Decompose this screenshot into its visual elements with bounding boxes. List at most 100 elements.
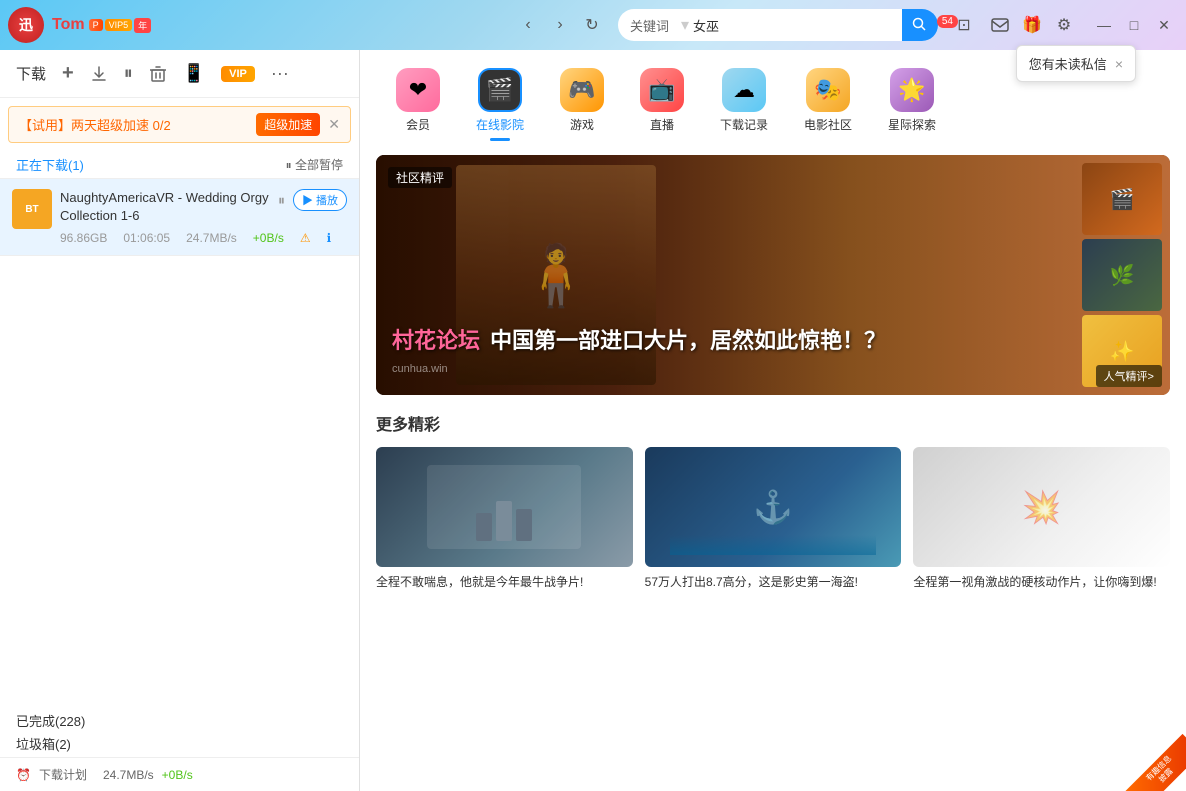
gift-button[interactable]: 🎁: [1018, 11, 1046, 39]
current-upload-speed: +0B/s: [162, 768, 193, 782]
download-content: NaughtyAmericaVR - Wedding Orgy Collecti…: [60, 189, 270, 245]
tab-member[interactable]: ❤ 会员: [380, 62, 456, 139]
card-2-desc: 57万人打出8.7高分，这是影史第一海盗!: [645, 573, 902, 591]
pause-all-button[interactable]: ⏸ 全部暂停: [286, 156, 343, 173]
card-2[interactable]: ⚓ 57万人打出8.7高分，这是影史第一海盗!: [645, 447, 902, 591]
trial-banner-close[interactable]: ✕: [328, 116, 340, 133]
notification-count: 54: [937, 15, 958, 28]
download-meta: 96.86GB 01:06:05 24.7MB/s +0B/s ⚠ ℹ: [60, 231, 270, 245]
nav-bar: ‹ › ↻ 关键词 ▾ 女巫 ⊡ 54 🎁 ⚙: [514, 9, 1178, 41]
tab-explore[interactable]: 🌟 星际探索: [872, 62, 952, 139]
play-button[interactable]: ▶ 播放: [293, 189, 347, 211]
mobile-button[interactable]: 📱: [183, 63, 205, 84]
warning-icon: ⚠: [300, 231, 311, 245]
banner-title: 村花论坛 中国第一部进口大片，居然如此惊艳！？: [392, 323, 970, 355]
tab-cinema[interactable]: 🎬 在线影院: [460, 62, 540, 139]
main-banner[interactable]: 🧍 社区精评 村花论坛 中国第一部进口大片，居然如此惊艳！？ cunhua.wi…: [376, 155, 1170, 395]
download-status-bar: 正在下载(1) ⏸ 全部暂停: [0, 151, 359, 179]
upload-speed: +0B/s: [253, 231, 284, 245]
download-actions: ⏸ ▶ 播放: [278, 189, 347, 211]
corner-sticker: 有趣信息 披露: [1106, 711, 1186, 791]
search-button[interactable]: [902, 9, 938, 41]
inbox-button[interactable]: [986, 11, 1014, 39]
tab-explore-label: 星际探索: [888, 116, 936, 133]
schedule-icon: ⏰: [16, 768, 31, 782]
active-downloads-count: 正在下载(1): [16, 155, 84, 174]
popular-reviews-button[interactable]: 人气精评>: [1096, 365, 1162, 387]
notification-close-button[interactable]: ×: [1115, 56, 1123, 72]
download-speed: 24.7MB/s: [186, 231, 237, 245]
toolbar: 下载 + ⏸ 📱 VIP ···: [0, 50, 359, 98]
title-bar: 迅 Tom P VIP5 年 ‹ › ↻ 关键词 ▾ 女巫 ⊡: [0, 0, 1186, 50]
info-icon: ℹ: [327, 231, 332, 245]
download-item: BT NaughtyAmericaVR - Wedding Orgy Colle…: [0, 179, 359, 256]
tab-game[interactable]: 🎮 游戏: [544, 62, 620, 139]
notification-text: 您有未读私信: [1029, 54, 1107, 73]
tab-game-label: 游戏: [570, 116, 594, 133]
delete-button[interactable]: [149, 65, 167, 83]
item-pause-button[interactable]: ⏸: [278, 192, 285, 209]
app-logo: 迅: [8, 7, 44, 43]
schedule-label: 下载计划: [39, 766, 87, 783]
completed-link[interactable]: 已完成(228): [16, 711, 343, 730]
back-button[interactable]: ‹: [514, 11, 542, 39]
left-panel: 下载 + ⏸ 📱 VIP ··· 【试用】两天超级加速 0/2 超级加速 ✕: [0, 50, 360, 791]
p-badge: P: [89, 19, 103, 31]
tab-community[interactable]: 🎭 电影社区: [788, 62, 868, 139]
forward-button[interactable]: ›: [546, 11, 574, 39]
superfast-button[interactable]: 超级加速: [256, 113, 320, 136]
trial-banner: 【试用】两天超级加速 0/2 超级加速 ✕: [8, 106, 351, 143]
close-button[interactable]: ✕: [1150, 11, 1178, 39]
tab-history[interactable]: ☁ 下载记录: [704, 62, 784, 139]
game-icon: 🎮: [568, 77, 595, 103]
maximize-button[interactable]: □: [1120, 11, 1148, 39]
live-icon: 📺: [648, 77, 675, 103]
vip5-badge: VIP5: [105, 19, 133, 31]
community-tag: 社区精评: [388, 167, 452, 188]
trash-link[interactable]: 垃圾箱(2): [16, 734, 343, 753]
thumb-2[interactable]: 🌿: [1082, 239, 1162, 311]
card-1[interactable]: 全程不敢喘息，他就是今年最牛战争片!: [376, 447, 633, 591]
bottom-links: 已完成(228) 垃圾箱(2): [0, 699, 359, 757]
pause-button[interactable]: ⏸: [124, 63, 133, 84]
member-icon: ❤: [409, 77, 427, 103]
current-speed: 24.7MB/s: [103, 768, 154, 782]
window-controls: — □ ✕: [1090, 11, 1178, 39]
search-value[interactable]: 女巫: [693, 16, 902, 35]
banner-overlay: 🧍: [376, 155, 1170, 395]
more-options-button[interactable]: ···: [271, 63, 289, 84]
thumb-1[interactable]: 🎬: [1082, 163, 1162, 235]
card-3[interactable]: 💥 全程第一视角激战的硬核动作片，让你嗨到爆!: [913, 447, 1170, 591]
toolbar-title: 下载: [16, 63, 46, 84]
corner-sticker-label: 有趣信息 披露: [1125, 734, 1186, 791]
speed-bar: ⏰ 下载计划 24.7MB/s +0B/s: [0, 757, 359, 791]
card-1-thumbnail: [376, 447, 633, 567]
play-label: ▶ 播放: [302, 192, 338, 208]
card-3-desc: 全程第一视角激战的硬核动作片，让你嗨到爆!: [913, 573, 1170, 591]
add-download-button[interactable]: +: [62, 62, 74, 85]
active-tab-indicator: [490, 138, 510, 141]
pause-all-label: ⏸ 全部暂停: [286, 156, 343, 173]
more-section: 更多精彩 全程不敢喘息，他就是今年最牛战争片!: [360, 411, 1186, 607]
tab-member-label: 会员: [406, 116, 430, 133]
tab-cinema-label: 在线影院: [476, 116, 524, 133]
username: Tom: [52, 16, 85, 34]
right-panel: ❤ 会员 🎬 在线影院 🎮 游戏 📺 直播 ☁ 下: [360, 50, 1186, 791]
download-type-icon: BT: [12, 189, 52, 229]
card-grid: 全程不敢喘息，他就是今年最牛战争片! ⚓ 57万人打出8.7高分，这是影史第一海…: [376, 447, 1170, 591]
settings-button[interactable]: ⚙: [1050, 11, 1078, 39]
trial-text: 【试用】两天超级加速 0/2: [19, 115, 248, 134]
banner-thumbnails: 🎬 🌿 ✨: [1082, 163, 1162, 387]
download-size: 96.86GB: [60, 231, 107, 245]
year-badge: 年: [134, 18, 151, 33]
notification-popup: 您有未读私信 ×: [1016, 45, 1136, 82]
vip-button[interactable]: VIP: [221, 66, 255, 82]
download-button[interactable]: [90, 65, 108, 83]
community-icon: 🎭: [814, 77, 841, 103]
tab-live[interactable]: 📺 直播: [624, 62, 700, 139]
search-bar: 关键词 ▾ 女巫: [618, 9, 938, 41]
refresh-button[interactable]: ↻: [578, 11, 606, 39]
cinema-icon: 🎬: [486, 77, 513, 103]
minimize-button[interactable]: —: [1090, 11, 1118, 39]
search-keyword-label: 关键词: [630, 16, 669, 35]
